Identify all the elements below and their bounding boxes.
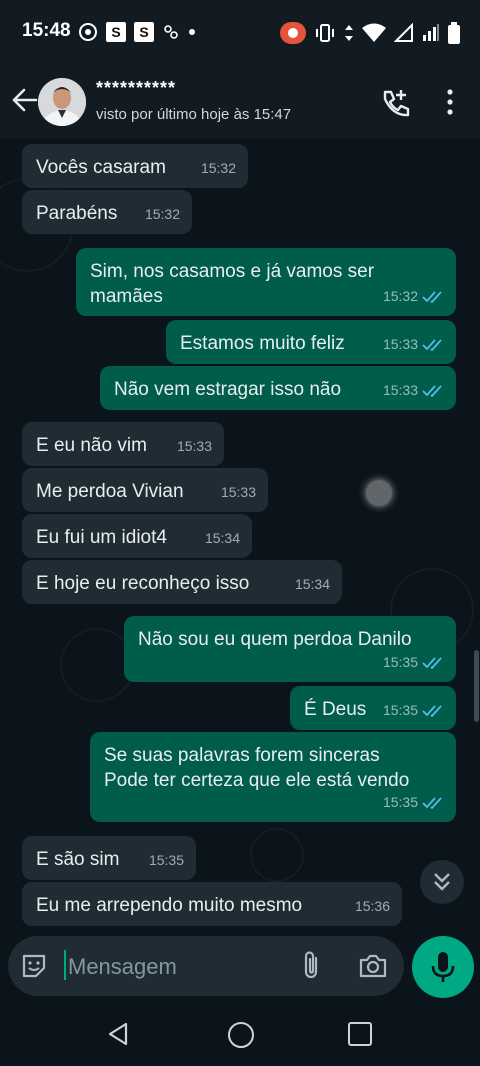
chat-area[interactable]: Vocês casaram 15:32 Parabéns 15:32 Sim, … [0,138,480,936]
scrollbar-thumb[interactable] [474,650,479,722]
wallpaper-doodle [250,828,304,882]
message-time: 15:33 [220,484,256,500]
avatar[interactable] [38,78,86,126]
message-time: 15:32 [144,206,180,222]
message-outgoing[interactable]: Sim, nos casamos e já vamos ser mamães 1… [76,248,456,316]
message-incoming[interactable]: Me perdoa Vivian 15:33 [22,468,268,512]
message-text: E hoje eu reconheço isso [36,573,250,594]
more-vert-icon[interactable] [440,88,460,116]
message-incoming[interactable]: Vocês casaram 15:32 [22,144,248,188]
data-arrows-icon [345,25,353,41]
message-text: Se suas palavras forem sinceras Pode ter… [104,745,410,791]
message-time: 15:32 [200,160,236,176]
scroll-down-icon [434,873,450,891]
wallpaper-doodle [60,628,134,702]
message-time: 15:34 [294,576,330,592]
nav-back-icon[interactable] [106,1022,130,1046]
sticker-icon[interactable] [20,952,48,980]
read-ticks-icon [422,384,442,397]
mic-icon [431,952,455,982]
message-incoming[interactable]: Parabéns 15:32 [22,190,192,234]
vibrate-icon [316,24,334,42]
message-time: 15:33 [176,438,212,454]
chat-header: ********** visto por último hoje às 15:4… [0,62,480,138]
message-time: 15:36 [354,898,390,914]
status-notification-icons: S S [78,22,196,42]
message-time: 15:35 [382,654,418,670]
read-ticks-icon [422,338,442,351]
message-incoming[interactable]: E hoje eu reconheço isso 15:34 [22,560,342,604]
notification-icon [164,25,178,39]
read-ticks-icon [422,290,442,303]
message-time: 15:34 [204,530,240,546]
message-input[interactable] [66,946,290,988]
dot-icon [189,29,195,35]
nav-recents-button[interactable] [348,1022,372,1046]
message-outgoing[interactable]: Não sou eu quem perdoa Danilo 15:35 [124,616,456,682]
message-time: 15:32 [382,288,418,304]
battery-icon [448,22,460,44]
composer-bar [0,936,480,1000]
screen-record-icon [280,22,306,44]
status-bar: 15:48 S S [0,0,480,62]
message-incoming[interactable]: E eu não vim 15:33 [22,422,224,466]
message-incoming[interactable]: Eu me arrependo muito mesmo 15:36 [22,882,402,926]
status-time: 15:48 [22,20,71,41]
back-arrow-icon[interactable] [10,86,38,114]
last-seen-status: visto por último hoje às 15:47 [96,106,292,123]
attach-icon[interactable] [298,950,324,982]
signal-icon [394,23,413,42]
add-call-icon[interactable] [380,88,410,118]
system-nav-bar [0,1002,480,1066]
message-incoming[interactable]: E são sim 15:35 [22,836,196,880]
focus-icon [79,23,97,41]
signal-bars-icon [423,24,439,41]
message-time: 15:35 [382,794,418,810]
message-text: Não sou eu quem perdoa Danilo [138,629,412,650]
camera-icon[interactable] [358,952,388,980]
mic-button[interactable] [412,936,474,998]
nav-home-button[interactable] [228,1022,254,1048]
message-outgoing[interactable]: É Deus 15:35 [290,686,456,730]
message-outgoing[interactable]: Estamos muito feliz 15:33 [166,320,456,364]
message-time: 15:35 [148,852,184,868]
composer-pill[interactable] [8,936,404,996]
message-text: Eu me arrependo muito mesmo [36,895,303,916]
wifi-icon [362,23,386,42]
message-text: Sim, nos casamos e já vamos ser mamães [90,261,375,307]
read-ticks-icon [422,796,442,809]
read-ticks-icon [422,656,442,669]
message-outgoing[interactable]: Se suas palavras forem sinceras Pode ter… [90,732,456,822]
app-s-icon-2: S [134,22,154,42]
read-ticks-icon [422,704,442,717]
message-time: 15:33 [382,382,418,398]
touch-pointer [366,480,392,506]
contact-name[interactable]: ********** [96,78,176,99]
message-incoming[interactable]: Eu fui um idiot4 15:34 [22,514,252,558]
app-s-icon: S [106,22,126,42]
avatar-photo [38,78,86,126]
message-outgoing[interactable]: Não vem estragar isso não 15:33 [100,366,456,410]
message-time: 15:35 [382,702,418,718]
scroll-down-button[interactable] [420,860,464,904]
status-system-icons [280,22,460,44]
message-time: 15:33 [382,336,418,352]
